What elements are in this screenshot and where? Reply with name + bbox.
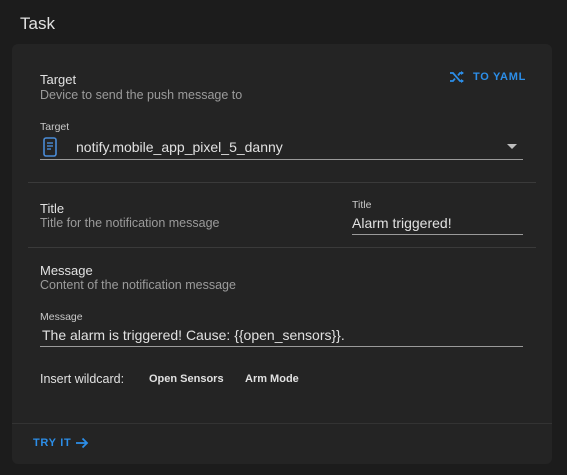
- to-yaml-button[interactable]: TO YAML: [449, 70, 526, 84]
- try-it-button[interactable]: TRY IT: [33, 437, 89, 449]
- wildcard-open-sensors[interactable]: Open Sensors: [149, 373, 224, 385]
- message-field-caption: Message: [40, 311, 83, 323]
- target-field-caption: Target: [40, 121, 70, 133]
- insert-wildcard-label: Insert wildcard:: [40, 372, 125, 386]
- message-input[interactable]: The alarm is triggered! Cause: {{open_se…: [40, 327, 523, 347]
- target-description: Device to send the push message to: [40, 88, 243, 102]
- page-title: Task: [20, 14, 55, 33]
- message-label: Message: [40, 263, 93, 278]
- target-select[interactable]: notify.mobile_app_pixel_5_danny: [40, 134, 523, 160]
- title-field-caption: Title: [352, 199, 372, 211]
- title-label: Title: [40, 201, 65, 216]
- title-description: Title for the notification message: [40, 216, 220, 230]
- shuffle-icon: [450, 71, 464, 83]
- divider-title: [28, 247, 536, 248]
- title-input[interactable]: Alarm triggered!: [352, 214, 523, 235]
- target-label: Target: [40, 72, 77, 87]
- target-select-value: notify.mobile_app_pixel_5_danny: [76, 138, 283, 155]
- try-it-label: TRY IT: [33, 437, 72, 449]
- to-yaml-label: TO YAML: [473, 71, 526, 83]
- task-card: Target Device to send the push message t…: [12, 44, 552, 464]
- arrow-right-icon: [76, 437, 89, 449]
- phone-device-icon: [43, 136, 57, 157]
- triangle-down-icon: [507, 144, 517, 149]
- divider-target: [28, 182, 536, 183]
- wildcard-arm-mode[interactable]: Arm Mode: [245, 373, 299, 385]
- footer-divider: [12, 423, 552, 424]
- message-description: Content of the notification message: [40, 278, 236, 292]
